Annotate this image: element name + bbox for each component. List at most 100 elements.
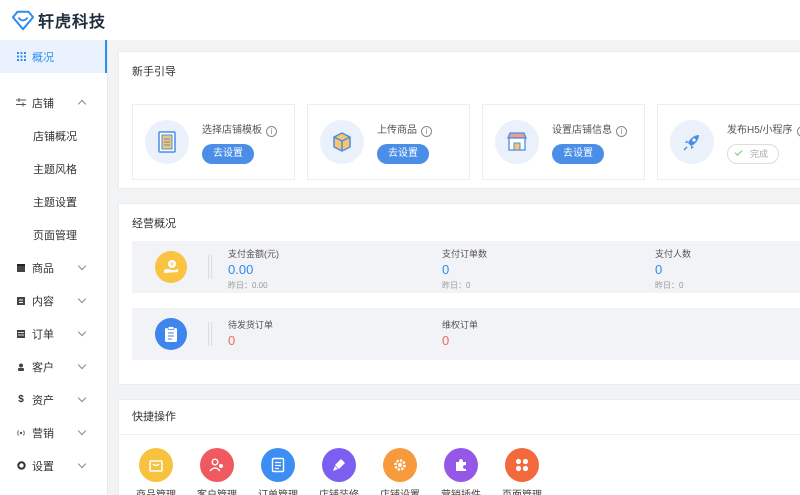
sidebar-item-customers[interactable]: 客户 (0, 350, 107, 383)
sidebar-item-shop[interactable]: 店铺 (0, 86, 107, 119)
sidebar-item-label: 店铺 (32, 97, 54, 110)
sidebar-item-label: 内容 (32, 295, 54, 308)
guide-item-label: 上传商品 (377, 125, 417, 136)
sidebar-item-products[interactable]: 商品 (0, 251, 107, 284)
stat-pay-users: 支付人数 0 昨日：0 (655, 247, 691, 291)
info-icon[interactable]: i (421, 126, 432, 137)
sidebar-subitem-theme-settings[interactable]: 主题设置 (0, 185, 107, 218)
sidebar-subitem-shop-overview[interactable]: 店铺概况 (0, 119, 107, 152)
puzzle-icon (444, 448, 478, 482)
info-icon[interactable]: i (616, 126, 627, 137)
stat-label: 支付人数 (655, 249, 692, 259)
sidebar: 概况 店铺 店铺概况 主题风格 主题设置 页面管理 商品 内容 订单 客户 $ … (0, 40, 108, 495)
sidebar-item-settings[interactable]: 设置 (0, 449, 107, 482)
user-icon (16, 362, 26, 372)
stat-value: 0.00 (228, 262, 254, 277)
go-setup-button[interactable]: 去设置 (202, 144, 254, 164)
quick-order-management[interactable]: 订单管理 (253, 448, 303, 495)
business-overview-card: 经营概况 ¥ 支付金额(元) 0.00 昨日：0.00 支付订单数 0 昨日：0… (118, 203, 800, 385)
chevron-down-icon (77, 426, 87, 436)
guide-item-template: 选择店铺模板 i 去设置 (132, 104, 295, 180)
quick-shop-settings[interactable]: 店铺设置 (375, 448, 425, 495)
sidebar-item-label: 客户 (32, 361, 54, 374)
apps-grid-icon (505, 448, 539, 482)
stat-refund-orders: 维权订单 0 (442, 318, 478, 348)
overview-row-orders: 待发货订单 0 维权订单 0 (132, 308, 800, 360)
list-icon (16, 329, 26, 339)
sidebar-item-content[interactable]: 内容 (0, 284, 107, 317)
shop-sliders-icon (16, 98, 26, 108)
quick-label: 订单管理 (253, 486, 303, 495)
stat-pay-orders: 支付订单数 0 昨日：0 (442, 247, 487, 291)
money-hand-icon: ¥ (155, 251, 187, 283)
quick-page-management[interactable]: 页面管理 (497, 448, 547, 495)
quick-shop-decoration[interactable]: 店铺装修 (314, 448, 364, 495)
sidebar-item-overview[interactable]: 概况 (0, 40, 107, 73)
stat-pending-shipment: 待发货订单 0 (228, 318, 273, 348)
chevron-down-icon (77, 261, 87, 271)
quick-customer-management[interactable]: 客户管理 (192, 448, 242, 495)
separator (208, 255, 212, 279)
overview-row-payments: ¥ 支付金额(元) 0.00 昨日：0.00 支付订单数 0 昨日：0 支付人数… (132, 241, 800, 293)
brush-icon (322, 448, 356, 482)
bag-icon (139, 448, 173, 482)
quick-marketing-plugins[interactable]: 营销插件 (436, 448, 486, 495)
broadcast-icon (16, 428, 26, 438)
stat-value: 0 (442, 262, 450, 277)
info-icon[interactable]: i (796, 126, 800, 137)
guide-item-label: 设置店铺信息 (552, 125, 612, 136)
sidebar-item-label: 资产 (32, 394, 54, 407)
box-icon (16, 263, 26, 273)
sidebar-item-marketing[interactable]: 营销 (0, 416, 107, 449)
stat-yesterday: 昨日：0 (655, 281, 684, 290)
dollar-icon: $ (18, 394, 24, 405)
guide-item-label: 发布H5/小程序 (727, 125, 793, 136)
storefront-icon (495, 120, 539, 164)
rocket-icon (670, 120, 714, 164)
quick-label: 店铺设置 (375, 486, 425, 495)
go-setup-button[interactable]: 去设置 (377, 144, 429, 164)
gear-icon (16, 461, 26, 471)
stat-yesterday: 昨日：0.00 (228, 281, 268, 290)
guide-item-label: 选择店铺模板 (202, 125, 262, 136)
grid-icon (16, 52, 26, 62)
sidebar-subitem-page-management[interactable]: 页面管理 (0, 218, 107, 251)
sidebar-item-label: 商品 (32, 262, 54, 275)
sidebar-subitem-theme-style[interactable]: 主题风格 (0, 152, 107, 185)
chevron-down-icon (77, 294, 87, 304)
chevron-down-icon (77, 360, 87, 370)
stat-pay-amount: 支付金额(元) 0.00 昨日：0.00 (228, 247, 279, 291)
stat-yesterday: 昨日：0 (442, 281, 471, 290)
sidebar-item-assets[interactable]: $ 资产 (0, 383, 107, 416)
brand-name: 轩虎科技 (38, 14, 107, 31)
info-icon[interactable]: i (266, 126, 277, 137)
overview-title: 经营概况 (132, 218, 176, 230)
stat-value: 0 (228, 333, 236, 348)
quick-label: 页面管理 (497, 486, 547, 495)
main-content: 新手引导 选择店铺模板 i 去设置 上传商品 i 去设置 设置店铺信息 i 去设置 (108, 40, 800, 495)
separator (208, 322, 212, 346)
stat-label: 支付订单数 (442, 249, 488, 259)
quick-product-management[interactable]: 商品管理 (131, 448, 181, 495)
order-list-icon (261, 448, 295, 482)
quick-title: 快捷操作 (119, 400, 800, 435)
sidebar-item-label: 营销 (32, 427, 54, 440)
sidebar-item-label: 订单 (32, 328, 54, 341)
quick-label: 商品管理 (131, 486, 181, 495)
done-button[interactable]: 完成 (727, 144, 779, 164)
clipboard-icon (155, 318, 187, 350)
stat-label: 支付金额(元) (228, 249, 279, 259)
users-icon (200, 448, 234, 482)
brand[interactable]: 轩虎科技 (0, 8, 106, 32)
quick-label: 营销插件 (436, 486, 486, 495)
guide-item-publish: 发布H5/小程序i 完成 (657, 104, 800, 180)
guide-item-shop-info: 设置店铺信息 i 去设置 (482, 104, 645, 180)
template-icon (145, 120, 189, 164)
guide-card: 新手引导 选择店铺模板 i 去设置 上传商品 i 去设置 设置店铺信息 i 去设置 (118, 51, 800, 189)
stat-label: 待发货订单 (228, 320, 274, 330)
go-setup-button[interactable]: 去设置 (552, 144, 604, 164)
sidebar-item-orders[interactable]: 订单 (0, 317, 107, 350)
chevron-down-icon (77, 393, 87, 403)
chevron-down-icon (77, 327, 87, 337)
sidebar-item-label: 概况 (32, 51, 54, 64)
